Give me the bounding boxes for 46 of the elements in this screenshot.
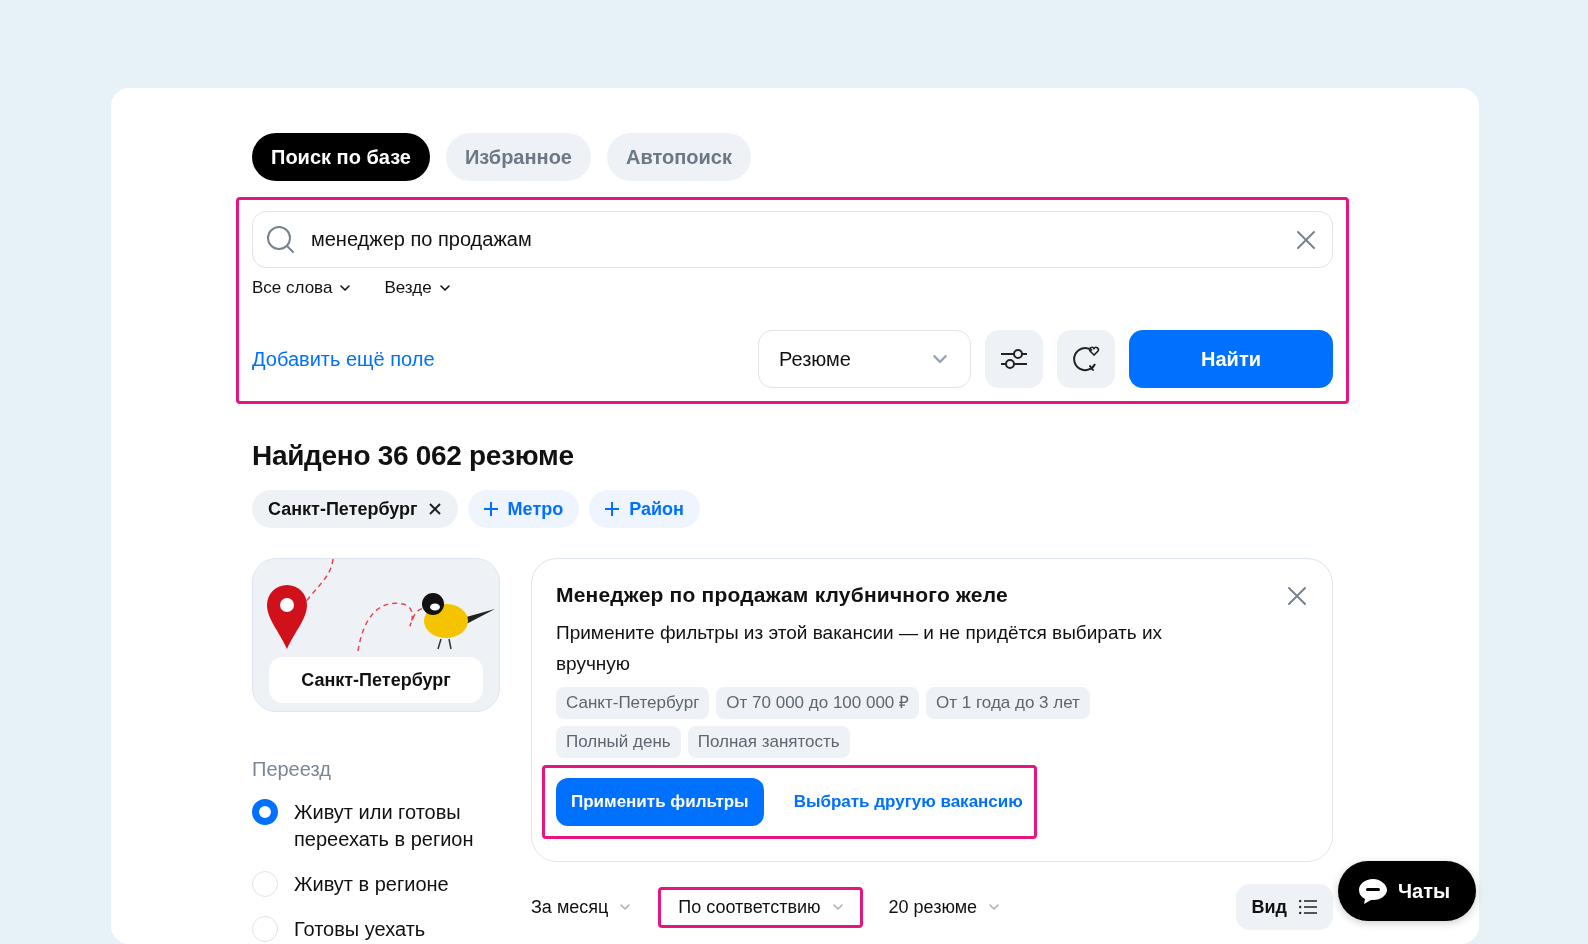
saved-search-button[interactable] bbox=[1057, 330, 1115, 388]
plus-icon bbox=[483, 502, 498, 516]
tab[interactable]: Автопоиск bbox=[606, 133, 751, 181]
chat-bubble-icon bbox=[1358, 877, 1388, 905]
vacancy-description: Примените фильтры из этой вакансии — и не придётся выбирать их вручную bbox=[556, 621, 1164, 676]
section-title: Переезд bbox=[252, 758, 332, 781]
remove-icon[interactable] bbox=[427, 502, 442, 516]
radio-label: Живут или готовы переехать в регион bbox=[294, 800, 475, 852]
find-button[interactable]: Найти bbox=[1129, 330, 1333, 388]
filter-tag: Полный день bbox=[556, 726, 681, 758]
choose-vacancy-link[interactable]: Выбрать другую вакансию bbox=[793, 792, 1023, 812]
plus-icon bbox=[605, 502, 620, 516]
sort-dropdown[interactable]: 20 резюме bbox=[878, 888, 1012, 926]
list-icon bbox=[1299, 900, 1317, 914]
filters-button[interactable] bbox=[985, 330, 1043, 388]
sort-dropdown[interactable]: За месяц bbox=[521, 888, 643, 926]
add-filter-chip[interactable]: Район bbox=[589, 490, 700, 528]
view-button[interactable]: Вид bbox=[1235, 884, 1333, 930]
chats-button[interactable]: Чаты bbox=[1338, 861, 1477, 921]
search-field[interactable]: менеджер по продажам bbox=[252, 211, 1333, 268]
dropdown[interactable]: Везде bbox=[384, 278, 452, 298]
filter-tag: От 1 года до 3 лет bbox=[926, 687, 1090, 719]
search-heart-icon bbox=[1071, 344, 1101, 374]
sort-dropdown[interactable]: По соответствию bbox=[660, 888, 861, 926]
results-heading: Найдено 36 062 резюме bbox=[252, 440, 575, 472]
dropdown[interactable]: Все слова bbox=[252, 278, 353, 298]
tab[interactable]: Поиск по базе bbox=[252, 133, 430, 181]
radio-button[interactable] bbox=[252, 799, 278, 825]
add-filter-chip[interactable]: Метро bbox=[467, 490, 580, 528]
search-icon bbox=[266, 224, 296, 255]
city-card[interactable]: Санкт-Петербург bbox=[252, 558, 500, 712]
close-icon[interactable] bbox=[1286, 585, 1308, 607]
radio-label: Готовы уехать bbox=[294, 917, 426, 942]
clear-icon[interactable] bbox=[1295, 228, 1317, 251]
tab[interactable]: Избранное bbox=[445, 133, 591, 181]
filter-tag: Полная занятость bbox=[687, 726, 850, 758]
filter-tag: От 70 000 до 100 000 ₽ bbox=[716, 687, 920, 719]
vacancy-title: Менеджер по продажам клубничного желе bbox=[556, 583, 1008, 607]
sliders-icon bbox=[999, 346, 1029, 372]
filter-chip[interactable]: Санкт-Петербург bbox=[252, 490, 458, 528]
apply-filters-button[interactable]: Применить фильтры bbox=[556, 778, 764, 826]
radio-label: Живут в регионе bbox=[294, 872, 449, 897]
filter-tag: Санкт-Петербург bbox=[556, 687, 710, 719]
add-field-link[interactable]: Добавить ещё поле bbox=[252, 347, 435, 371]
type-select[interactable]: Резюме bbox=[758, 330, 971, 388]
city-label: Санкт-Петербург bbox=[269, 657, 483, 703]
